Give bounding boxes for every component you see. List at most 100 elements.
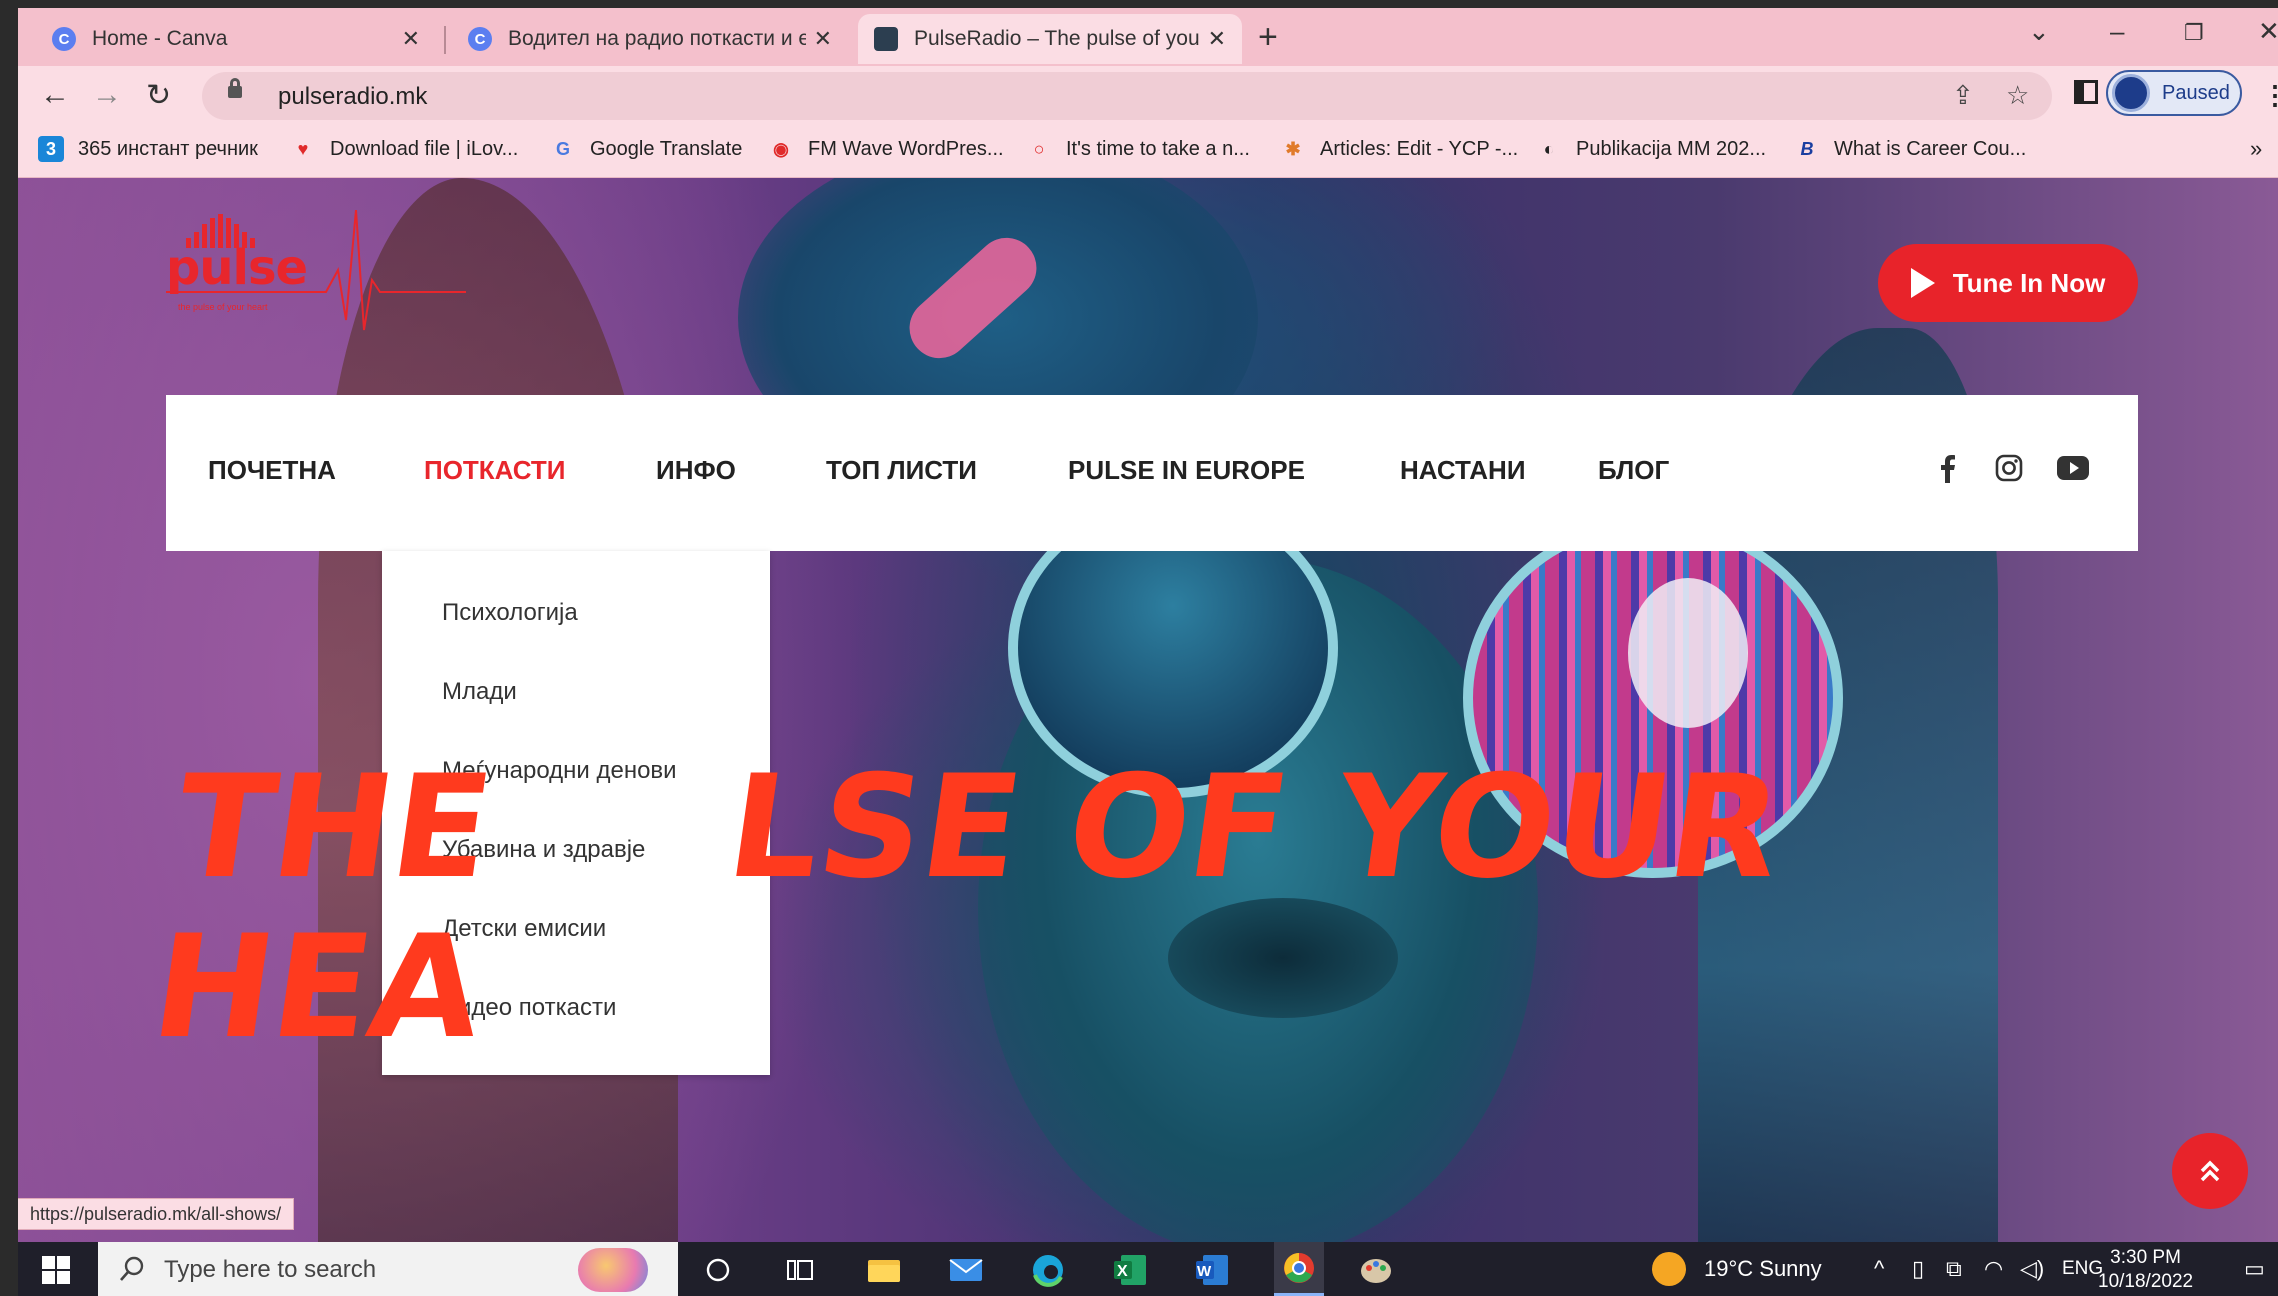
language-indicator[interactable]: ENG xyxy=(2062,1258,2103,1280)
word-icon[interactable]: W xyxy=(1194,1252,1230,1288)
bookmark-label: Download file | iLov... xyxy=(330,137,519,160)
close-icon[interactable]: ✕ xyxy=(1208,26,1226,52)
dropdown-item-youth[interactable]: Млади xyxy=(442,678,517,706)
notifications-icon[interactable]: ▭ xyxy=(2244,1256,2265,1282)
device-icon[interactable]: ▯ xyxy=(1912,1256,1924,1282)
new-tab-button[interactable]: + xyxy=(1258,18,1278,57)
scroll-to-top-button[interactable] xyxy=(2172,1133,2248,1209)
close-icon[interactable]: ✕ xyxy=(402,26,420,52)
close-icon[interactable]: ✕ xyxy=(814,26,832,52)
canva-icon: C xyxy=(52,27,76,51)
bookmark-label: FM Wave WordPres... xyxy=(808,137,1004,160)
chrome-icon[interactable] xyxy=(1274,1242,1324,1296)
bookmark-label: It's time to take a n... xyxy=(1066,137,1250,160)
hero-headline: THE LSE OF YOUR HEA xyxy=(143,745,1792,1070)
wifi-icon[interactable]: ◠ xyxy=(1984,1256,2003,1282)
logo-wordmark: pulse xyxy=(166,240,308,296)
clock-time: 3:30 PM xyxy=(2110,1247,2181,1268)
windows-start-icon[interactable] xyxy=(42,1256,70,1284)
reload-icon[interactable]: ↻ xyxy=(146,78,171,113)
tab-strip: C Home - Canva ✕ C Водител на радио потк… xyxy=(18,8,2278,66)
tune-in-now-button[interactable]: Tune In Now xyxy=(1878,244,2138,322)
url-text[interactable]: pulseradio.mk xyxy=(278,83,427,111)
youtube-icon[interactable] xyxy=(2056,451,2090,485)
show-hidden-icons-icon[interactable]: ^ xyxy=(1874,1256,1884,1282)
bookmark-item[interactable]: 3 365 инстант речник xyxy=(38,136,258,162)
dictionary-icon: 3 xyxy=(38,136,64,162)
tab-search-chevron-icon[interactable]: ⌄ xyxy=(2028,16,2050,47)
bookmark-star-icon[interactable]: ☆ xyxy=(2006,80,2029,111)
volume-icon[interactable]: ◁) xyxy=(2020,1256,2044,1282)
search-placeholder: Type here to search xyxy=(164,1256,377,1283)
logo-tagline: the pulse of your heart xyxy=(178,302,268,312)
globe-icon: ◐ xyxy=(1543,138,1555,159)
bookmark-item[interactable]: ○ It's time to take a n... xyxy=(1026,136,1250,162)
nav-item-blog[interactable]: БЛОГ xyxy=(1598,455,1669,486)
bookmark-label: Articles: Edit - YCP -... xyxy=(1320,137,1519,160)
bookmark-item[interactable]: ✱ Articles: Edit - YCP -... xyxy=(1280,136,1518,162)
tab-vodtel[interactable]: C Водител на радио поткасти и ег ✕ xyxy=(452,14,848,64)
bookmark-label: Publikacija MM 202... xyxy=(1576,137,1767,160)
weather-text[interactable]: 19°C Sunny xyxy=(1704,1256,1822,1282)
nav-item-info[interactable]: ИНФО xyxy=(656,455,736,486)
share-icon[interactable]: ⇪ xyxy=(1952,80,1974,111)
forward-arrow-icon[interactable]: → xyxy=(92,78,122,112)
address-bar[interactable]: pulseradio.mk ⇪ ☆ xyxy=(202,72,2052,120)
edge-icon[interactable] xyxy=(1030,1252,1066,1288)
more-bookmarks-icon[interactable]: » xyxy=(2250,136,2262,162)
profile-button[interactable]: Paused xyxy=(2106,70,2242,116)
cortana-icon[interactable] xyxy=(700,1252,736,1288)
dropdown-item-psychology[interactable]: Психологија xyxy=(442,599,578,627)
menu-dots-icon[interactable]: ⋮ xyxy=(2262,80,2278,111)
bookmark-item[interactable]: B What is Career Cou... xyxy=(1794,136,2027,162)
search-icon xyxy=(120,1256,144,1281)
mail-icon[interactable] xyxy=(948,1252,984,1288)
pulse-logo[interactable]: pulse the pulse of your heart xyxy=(166,210,466,340)
task-view-icon[interactable] xyxy=(782,1252,818,1288)
pulseradio-icon xyxy=(874,27,898,51)
window-close-icon[interactable]: ✕ xyxy=(2258,16,2278,47)
play-icon xyxy=(1910,268,1935,298)
tab-pulseradio[interactable]: PulseRadio – The pulse of your h ✕ xyxy=(858,14,1242,64)
file-explorer-icon[interactable] xyxy=(866,1252,902,1288)
bookmark-item[interactable]: ◉ FM Wave WordPres... xyxy=(768,136,1004,162)
b-logo-icon: B xyxy=(1800,138,1814,159)
tab-home-canva[interactable]: C Home - Canva ✕ xyxy=(36,14,436,64)
avatar xyxy=(2112,74,2150,112)
nav-item-events[interactable]: НАСТАНИ xyxy=(1400,455,1526,486)
hero-line-1-right: LSE OF YOUR xyxy=(718,745,1792,910)
bookmark-item[interactable]: ♥ Download file | iLov... xyxy=(290,136,519,162)
tab-separator xyxy=(444,26,446,54)
nav-item-pulse-in-europe[interactable]: PULSE IN EUROPE xyxy=(1068,455,1305,486)
nav-item-podcasts[interactable]: ПОТКАСТИ xyxy=(424,455,566,486)
bookmark-item[interactable]: ◐ Publikacija MM 202... xyxy=(1536,136,1767,162)
speech-bubble-icon: ○ xyxy=(1033,138,1045,159)
profile-status: Paused xyxy=(2162,81,2230,104)
hero-line-2: HEA xyxy=(143,905,493,1070)
paint-icon[interactable] xyxy=(1358,1252,1394,1288)
back-arrow-icon[interactable]: ← xyxy=(40,78,70,112)
double-chevron-up-icon xyxy=(2200,1160,2220,1182)
taskbar-search-input[interactable]: Type here to search xyxy=(98,1242,678,1296)
bookmark-label: Google Translate xyxy=(590,137,743,160)
lock-icon xyxy=(228,78,242,98)
fm-wave-icon: ◉ xyxy=(773,138,789,159)
tab-title: PulseRadio – The pulse of your h xyxy=(914,27,1200,50)
tune-in-label: Tune In Now xyxy=(1952,267,2106,298)
hero-line-1-left: THE xyxy=(165,745,502,910)
weather-sun-icon[interactable] xyxy=(1652,1252,1686,1286)
nav-item-top-lists[interactable]: ТОП ЛИСТИ xyxy=(826,455,977,486)
minimize-icon[interactable]: – xyxy=(2110,16,2124,47)
facebook-icon[interactable] xyxy=(1930,451,1964,485)
windows-taskbar: Type here to search X W 19°C Sunny ^ ▯ ⧉… xyxy=(18,1242,2278,1296)
tab-title: Водител на радио поткасти и ег xyxy=(508,27,806,50)
side-panel-icon[interactable] xyxy=(2074,80,2098,104)
excel-icon[interactable]: X xyxy=(1112,1252,1148,1288)
restore-icon[interactable]: ❐ xyxy=(2184,20,2204,46)
nav-item-home[interactable]: ПОЧЕТНА xyxy=(208,455,336,486)
instagram-icon[interactable] xyxy=(1992,451,2026,485)
network-share-icon[interactable]: ⧉ xyxy=(1946,1256,1962,1282)
bookmark-item[interactable]: G Google Translate xyxy=(550,136,742,162)
svg-text:X: X xyxy=(1117,1263,1128,1280)
taskbar-clock[interactable]: 3:30 PM 10/18/2022 xyxy=(2098,1246,2193,1294)
